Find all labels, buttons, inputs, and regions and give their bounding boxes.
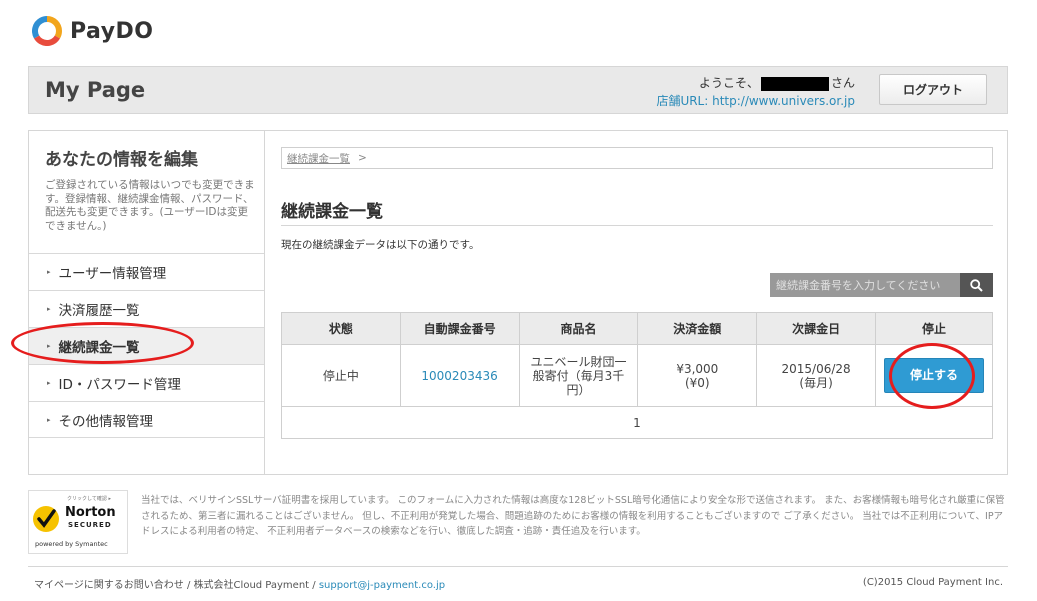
status-cell: 停止中 [281,344,401,407]
search-button[interactable] [960,273,993,297]
support-email-link[interactable]: support@j-payment.co.jp [319,580,445,591]
page-description: 現在の継続課金データは以下の通りです。 [281,239,480,251]
redacted-user-name [760,76,829,91]
number-cell: 1000203436 [399,344,520,407]
page-title: 継続課金一覧 [281,202,383,222]
triangle-right-icon: ▸ [47,379,51,387]
column-header: 停止 [875,312,993,345]
security-notice: 当社では、ベリサインSSLサーバ証明書を採用しています。 このフォームに入力され… [141,495,1005,537]
column-header: 次課金日 [756,312,877,345]
sidebar-item-label: その他情報管理 [58,413,154,430]
welcome-message: ようこそ、 さん [699,74,855,91]
subscription-number-link[interactable]: 1000203436 [421,369,497,383]
table-row: 停止中 1000203436 ユニベール財団一般寄付（毎月3千円） ¥3,000… [281,344,993,407]
shop-url[interactable]: 店舗URL: http://www.univers.or.jp [656,92,855,109]
sidebar-nav: ▸ ユーザー情報管理 ▸ 決済履歴一覧 ▸ 継続課金一覧 ▸ ID・パスワード管… [29,253,264,438]
amount-cell: ¥3,000 (¥0) [637,344,758,407]
footer-company: 株式会社Cloud Payment [193,580,310,591]
welcome-prefix: ようこそ、 [698,76,759,90]
triangle-right-icon: ▸ [47,415,51,424]
content-area: 継続課金一覧 > 継続課金一覧 現在の継続課金データは以下の通りです。 状態 [281,131,993,474]
copyright: (C)2015 Cloud Payment Inc. [862,577,1003,588]
amount-value: ¥3,000 [676,361,719,376]
next-date-value: 2015/06/28 [781,361,851,376]
title-divider [281,225,993,226]
page-header: My Page ようこそ、 さん 店舗URL: http://www.univer… [28,66,1008,114]
product-cell: ユニベール財団一般寄付（毎月3千円） [518,344,639,407]
sidebar-item-label: ID・パスワード管理 [58,377,181,393]
brand-name: PayDO [70,18,154,44]
stop-button[interactable]: 停止する [884,358,984,393]
pagination: 1 [281,406,993,439]
footer-divider [28,566,1008,567]
product-name: ユニベール財団一般寄付（毎月3千円） [530,354,627,397]
column-header: 商品名 [518,312,639,345]
table-header-row: 状態 自動課金番号 商品名 決済金額 次課金日 停止 [281,312,993,345]
next-date-period: (毎月) [799,375,833,390]
amount-sub: (¥0) [684,375,710,390]
norton-click-text: クリックして確認 ▸ [67,496,111,502]
sidebar-description: ご登録されている情報はいつでも変更できます。登録情報、継続課金情報、パスワード、… [45,179,255,232]
column-header: 状態 [281,312,401,345]
pagination-row: 1 [281,406,993,439]
column-header: 自動課金番号 [399,312,520,345]
norton-secured-seal[interactable]: クリックして確認 ▸ Norton SECURED powered by Sym… [28,490,128,554]
norton-secured-text: SECURED [68,521,112,529]
sidebar-item-other-info[interactable]: ▸ その他情報管理 [29,401,264,438]
breadcrumb-separator: > [358,152,367,164]
sidebar-item-subscriptions[interactable]: ▸ 継続課金一覧 [29,327,264,364]
sidebar-item-id-password[interactable]: ▸ ID・パスワード管理 [29,364,264,401]
sidebar: あなたの情報を編集 ご登録されている情報はいつでも変更できます。登録情報、継続課… [29,131,265,474]
sidebar-item-user-info[interactable]: ▸ ユーザー情報管理 [29,253,264,290]
search-icon [970,278,983,292]
main-container: あなたの情報を編集 ご登録されている情報はいつでも変更できます。登録情報、継続課… [28,130,1008,475]
footer-contact-label: マイページに関するお問い合わせ [34,580,184,591]
column-header: 決済金額 [637,312,758,345]
next-date-cell: 2015/06/28 (毎月) [756,344,877,407]
norton-name: Norton [65,505,116,520]
triangle-right-icon: ▸ [47,305,51,313]
paydo-logo[interactable]: PayDO [32,16,154,46]
sidebar-item-label: ユーザー情報管理 [58,266,167,282]
triangle-right-icon: ▸ [47,268,51,276]
subscription-table: 状態 自動課金番号 商品名 決済金額 次課金日 停止 停止中 100020343… [281,312,993,439]
stop-cell: 停止する [875,344,993,407]
triangle-right-icon: ▸ [47,342,51,350]
sidebar-item-label: 継続課金一覧 [58,340,140,356]
welcome-suffix: さん [830,76,855,90]
search-box [770,273,993,297]
breadcrumb: 継続課金一覧 > [281,147,993,169]
sidebar-title: あなたの情報を編集 [45,150,198,170]
sidebar-item-payment-history[interactable]: ▸ 決済履歴一覧 [29,290,264,327]
sidebar-item-label: 決済履歴一覧 [58,303,140,319]
norton-powered-text: powered by Symantec [35,540,108,548]
paydo-logo-icon [32,16,62,46]
footer-contact: マイページに関するお問い合わせ / 株式会社Cloud Payment / su… [34,576,445,591]
page-number[interactable]: 1 [633,416,641,430]
search-input[interactable] [770,273,960,297]
breadcrumb-link-subscriptions[interactable]: 継続課金一覧 [287,151,350,166]
page-header-title: My Page [45,78,146,102]
logout-button[interactable]: ログアウト [879,74,987,105]
